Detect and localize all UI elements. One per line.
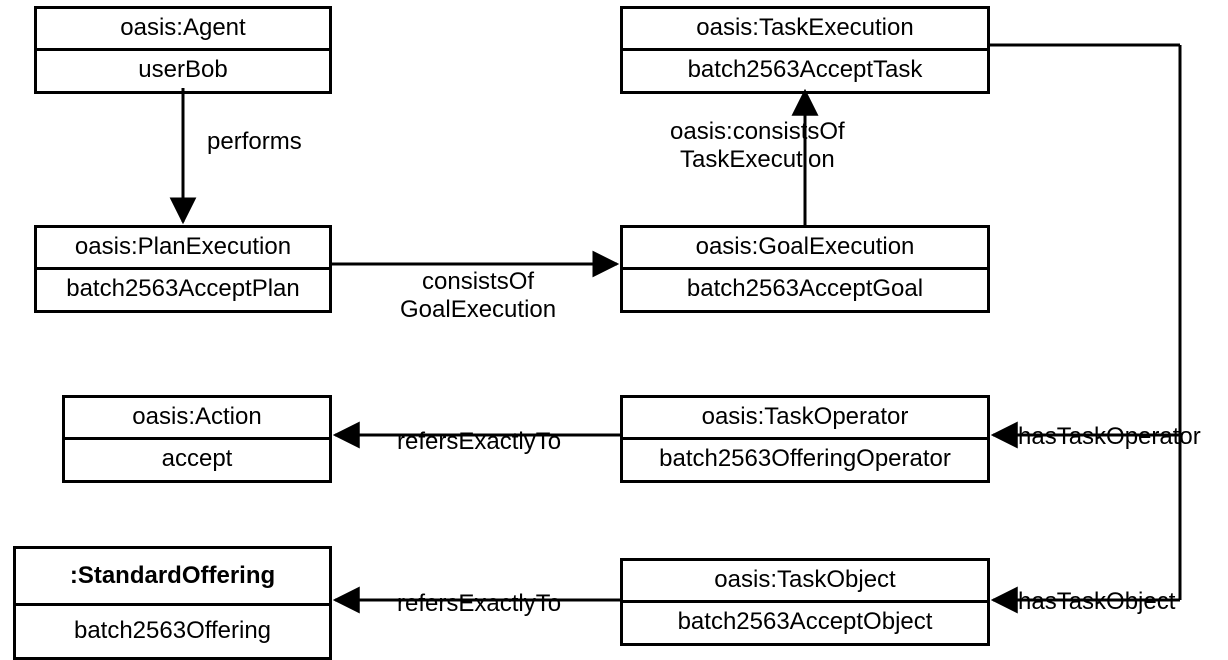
edge-label-refers-exactly-to-action: refersExactlyTo	[397, 428, 561, 456]
node-agent: oasis:Agent userBob	[34, 6, 332, 94]
node-instance: batch2563Offering	[16, 603, 329, 656]
node-instance: batch2563AcceptGoal	[623, 267, 987, 309]
edge-label-has-task-object: hasTaskObject	[1018, 588, 1175, 616]
edge-label-consists-of-goal: consistsOf GoalExecution	[400, 268, 556, 323]
node-type: oasis:TaskObject	[623, 561, 987, 600]
node-task-execution: oasis:TaskExecution batch2563AcceptTask	[620, 6, 990, 94]
node-type: oasis:TaskExecution	[623, 9, 987, 48]
edge-label-performs: performs	[207, 128, 302, 156]
node-type: oasis:Agent	[37, 9, 329, 48]
node-instance: accept	[65, 437, 329, 479]
node-plan-execution: oasis:PlanExecution batch2563AcceptPlan	[34, 225, 332, 313]
node-action: oasis:Action accept	[62, 395, 332, 483]
node-task-object: oasis:TaskObject batch2563AcceptObject	[620, 558, 990, 646]
node-standard-offering: :StandardOffering batch2563Offering	[13, 546, 332, 660]
node-type: :StandardOffering	[16, 549, 329, 603]
diagram-canvas: oasis:Agent userBob oasis:TaskExecution …	[0, 0, 1228, 660]
node-type: oasis:PlanExecution	[37, 228, 329, 267]
node-instance: batch2563OfferingOperator	[623, 437, 987, 479]
edge-label-line: GoalExecution	[400, 296, 556, 323]
node-type: oasis:GoalExecution	[623, 228, 987, 267]
edge-label-line: consistsOf	[422, 268, 534, 295]
node-instance: batch2563AcceptTask	[623, 48, 987, 90]
node-type: oasis:TaskOperator	[623, 398, 987, 437]
node-instance: userBob	[37, 48, 329, 90]
edge-label-has-task-operator: hasTaskOperator	[1018, 423, 1201, 451]
node-task-operator: oasis:TaskOperator batch2563OfferingOper…	[620, 395, 990, 483]
node-instance: batch2563AcceptObject	[623, 600, 987, 642]
node-goal-execution: oasis:GoalExecution batch2563AcceptGoal	[620, 225, 990, 313]
edge-label-refers-exactly-to-offer: refersExactlyTo	[397, 590, 561, 618]
edge-label-line: oasis:consistsOf	[670, 118, 845, 145]
edge-label-line: TaskExecution	[680, 146, 835, 173]
edge-label-consists-of-task: oasis:consistsOf TaskExecution	[670, 118, 845, 173]
node-instance: batch2563AcceptPlan	[37, 267, 329, 309]
node-type: oasis:Action	[65, 398, 329, 437]
